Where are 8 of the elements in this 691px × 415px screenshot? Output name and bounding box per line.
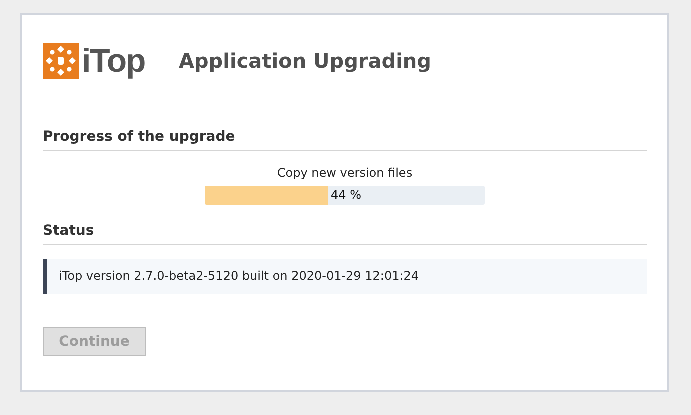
progress-step-label: Copy new version files [277, 166, 413, 180]
section-heading: Status [43, 223, 647, 245]
logo-icon [43, 43, 79, 79]
progress-percent: 44 % [331, 188, 362, 202]
section-heading: Progress of the upgrade [43, 129, 647, 151]
logo-text: iTop [82, 43, 146, 79]
page-title: Application Upgrading [179, 49, 432, 73]
status-message: iTop version 2.7.0-beta2-5120 built on 2020-01-29 12:01:24 [43, 259, 647, 294]
